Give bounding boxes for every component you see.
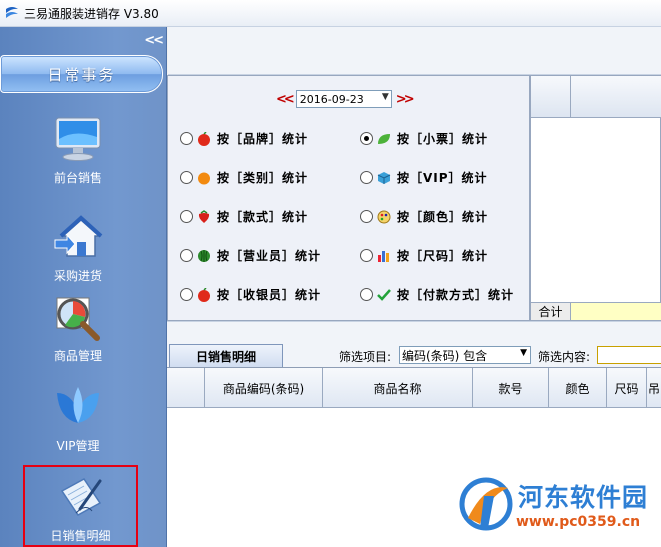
option-label: 按［品牌］统计: [217, 132, 309, 146]
radio-button[interactable]: [360, 249, 373, 262]
magnifier-chart-icon: [52, 291, 104, 343]
total-label: 合计: [531, 303, 571, 320]
option-label: 按［付款方式］统计: [397, 288, 515, 302]
summary-grid: 合计: [530, 75, 661, 321]
option-by-receipt[interactable]: 按［小票］统计: [360, 130, 488, 147]
radio-button[interactable]: [180, 210, 193, 223]
option-by-brand[interactable]: 按［品牌］统计: [180, 130, 308, 147]
option-by-color[interactable]: 按［颜色］统计: [360, 208, 488, 225]
sidebar-item-label: 前台销售: [53, 171, 102, 185]
grid-header: [531, 76, 661, 118]
option-label: 按［小票］统计: [397, 132, 489, 146]
sidebar: << 日常事务 前台销售 采购进货 商品管理 VIP管理 日销售明细: [0, 27, 167, 547]
date-picker[interactable]: 2016-09-23 ▼: [295, 90, 392, 108]
chevron-down-icon: ▼: [520, 348, 527, 358]
filter-item-select[interactable]: 编码(条码) 包含 ▼: [399, 346, 531, 364]
option-by-payment-method[interactable]: 按［付款方式］统计: [360, 286, 514, 303]
option-by-cashier[interactable]: 按［收银员］统计: [180, 286, 321, 303]
option-label: 按［款式］统计: [217, 210, 309, 224]
radio-button-selected[interactable]: [360, 132, 373, 145]
house-arrow-icon: [52, 211, 104, 263]
watermark-logo-icon: [459, 477, 513, 531]
column-header[interactable]: 商品名称: [323, 368, 473, 408]
document-pen-icon: [55, 471, 107, 523]
column-header[interactable]: 款号: [473, 368, 549, 408]
sidebar-item-product-mgmt[interactable]: 商品管理: [16, 291, 140, 371]
chevron-down-icon: ▼: [381, 92, 389, 102]
filter-content-input[interactable]: [597, 346, 661, 364]
option-label: 按［类别］统计: [217, 171, 309, 185]
toolbar-area: [168, 27, 661, 75]
radio-button[interactable]: [360, 171, 373, 184]
title-bar: 三易通服装进销存 V3.80: [0, 0, 661, 27]
watermark-url: www.pc0359.cn: [516, 514, 641, 530]
section-daily-affairs[interactable]: 日常事务: [0, 55, 163, 93]
sidebar-item-purchase[interactable]: 采购进货: [16, 211, 140, 291]
column-header[interactable]: 尺码: [607, 368, 647, 408]
watermelon-icon: [198, 249, 210, 262]
palette-icon: [377, 210, 391, 223]
butterfly-icon: [52, 381, 104, 433]
orange-icon: [198, 172, 210, 184]
sidebar-item-pos-sales[interactable]: 前台销售: [16, 113, 140, 193]
radio-button[interactable]: [360, 288, 373, 301]
radio-button[interactable]: [360, 210, 373, 223]
sidebar-item-vip-mgmt[interactable]: VIP管理: [16, 381, 140, 461]
prev-date-button[interactable]: <<: [272, 92, 296, 107]
window-title: 三易通服装进销存 V3.80: [24, 6, 159, 21]
sidebar-item-label: 日销售明细: [50, 529, 111, 543]
option-by-style[interactable]: 按［款式］统计: [180, 208, 308, 225]
option-by-category[interactable]: 按［类别］统计: [180, 169, 308, 186]
section-label: 日常事务: [47, 65, 116, 84]
filter-item-value: 编码(条码) 包含: [402, 348, 488, 363]
collapse-sidebar-button[interactable]: <<: [144, 33, 164, 48]
option-label: 按［颜色］统计: [397, 210, 489, 224]
option-label: 按［收银员］统计: [217, 288, 322, 302]
sidebar-item-label: VIP管理: [56, 439, 100, 453]
column-header[interactable]: 商品编码(条码): [205, 368, 323, 408]
row-indicator-header: [167, 368, 205, 408]
apple-icon: [198, 287, 210, 302]
option-by-vip[interactable]: 按［VIP］统计: [360, 169, 488, 186]
monitor-icon: [52, 113, 104, 165]
radio-button[interactable]: [180, 132, 193, 145]
option-label: 按［营业员］统计: [217, 249, 322, 263]
strawberry-icon: [198, 209, 210, 223]
leaf-icon: [378, 133, 390, 144]
table-header: 商品编码(条码) 商品名称 款号 颜色 尺码 吊: [167, 368, 661, 408]
date-selector: << 2016-09-23 ▼ >>: [272, 90, 416, 108]
sidebar-item-daily-sales-detail[interactable]: 日销售明细: [23, 465, 138, 547]
radio-button[interactable]: [180, 171, 193, 184]
grid-footer-total: 合计: [531, 302, 661, 320]
sidebar-item-label: 商品管理: [53, 349, 102, 363]
next-date-button[interactable]: >>: [392, 92, 416, 107]
option-by-salesperson[interactable]: 按［营业员］统计: [180, 247, 321, 264]
check-icon: [377, 288, 391, 301]
date-value: 2016-09-23: [299, 92, 364, 106]
option-by-size[interactable]: 按［尺码］统计: [360, 247, 488, 264]
detail-filter-bar: 日销售明细 筛选项目: 编码(条码) 包含 ▼ 筛选内容:: [167, 321, 661, 368]
option-label: 按［VIP］统计: [397, 171, 488, 185]
bar-chart-icon: [378, 250, 389, 262]
column-header[interactable]: 吊: [647, 368, 661, 408]
option-label: 按［尺码］统计: [397, 249, 489, 263]
sidebar-item-label: 采购进货: [53, 269, 102, 283]
statistics-options-panel: << 2016-09-23 ▼ >> 按［品牌］统计 按［类别］统计 按［款式］…: [167, 75, 530, 321]
app-logo-icon: [6, 7, 18, 18]
apple-icon: [198, 131, 210, 146]
watermark-name: 河东软件园: [518, 483, 649, 512]
radio-button[interactable]: [180, 288, 193, 301]
watermark: 河东软件园 www.pc0359.cn: [458, 474, 658, 540]
cube-icon: [377, 171, 391, 184]
column-header[interactable]: 颜色: [549, 368, 607, 408]
filter-item-label: 筛选项目:: [339, 350, 392, 364]
radio-button[interactable]: [180, 249, 193, 262]
tab-daily-sales-detail[interactable]: 日销售明细: [169, 344, 283, 368]
filter-content-label: 筛选内容:: [538, 350, 591, 364]
